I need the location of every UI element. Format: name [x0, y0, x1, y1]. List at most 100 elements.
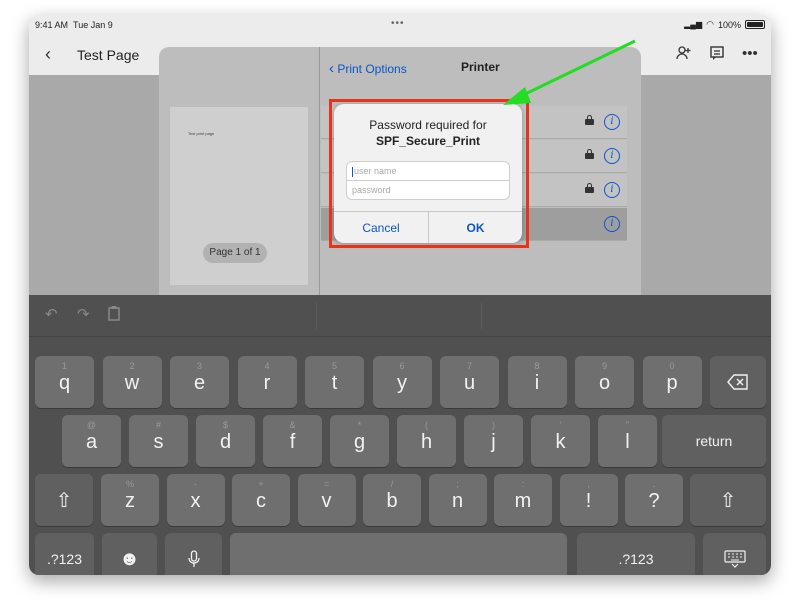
key-g[interactable]: * g [330, 415, 389, 467]
key-label: k [555, 431, 566, 453]
key-secondary-label: + [258, 479, 264, 489]
shift-key-left[interactable]: ⇧ [35, 474, 93, 526]
key-label: n [451, 490, 464, 512]
key-secondary-label: @ [86, 420, 97, 430]
key-secondary-label: 0 [669, 361, 675, 371]
key-p[interactable]: 0p [642, 356, 702, 408]
key-m[interactable]: :m [494, 474, 552, 526]
key-a[interactable]: @ a [62, 415, 121, 467]
annotation-arrow [503, 39, 636, 105]
key-label: z [125, 490, 135, 512]
key-label: w [124, 372, 140, 394]
key-secondary-label: / [390, 479, 394, 489]
key-label: ! [585, 490, 592, 512]
key-secondary-label: , [587, 479, 590, 489]
numbers-key-right[interactable]: .?123 [577, 533, 695, 575]
key-o[interactable]: 9o [575, 356, 634, 408]
onscreen-keyboard: ↶ ↷ 1 q 2 w 3 e 4 r 5 t 6 y 7 u 8 i 9 o 0 p @ a # s $ d & f * g(h) j ' k… [29, 295, 771, 575]
key-secondary-label: 6 [399, 361, 405, 371]
key-label: l [625, 431, 630, 453]
key-label: .?123 [46, 551, 83, 567]
key-x[interactable]: -x [166, 474, 225, 526]
key-secondary-label: * [357, 420, 362, 430]
space-bar-glyph [230, 533, 567, 575]
key-secondary-label: $ [222, 420, 228, 430]
key-label: u [463, 372, 476, 394]
key-t[interactable]: 5t [305, 356, 364, 408]
key-secondary-label: 7 [466, 361, 472, 371]
key-label: .?123 [618, 551, 654, 567]
microphone-key[interactable] [165, 533, 222, 575]
key-exclamation[interactable]: ,! [559, 474, 618, 526]
key-f[interactable]: & f [263, 415, 322, 467]
key-label: r [263, 372, 271, 394]
shift-right-glyph: ⇧ [719, 489, 737, 512]
paste-icon[interactable] [107, 305, 121, 325]
key-label: e [193, 372, 206, 394]
key-secondary-label: . [652, 479, 656, 489]
ipad-screen: 9:41 AM Tue Jan 9 ••• ▂▄▆ ◠ 100% ‹ Test … [29, 15, 771, 575]
key-label: x [190, 490, 201, 512]
key-r[interactable]: 4r [237, 356, 297, 408]
key-secondary-label: = [323, 479, 330, 489]
key-label: d [219, 431, 232, 453]
key-q[interactable]: 1q [35, 356, 94, 408]
keyboard-shortcut-bar: ↶ ↷ [29, 295, 771, 337]
page-indicator: Page 1 of 1 [203, 243, 267, 263]
key-secondary-label: 4 [264, 361, 270, 371]
shift-left-glyph: ⇧ [55, 489, 73, 512]
shift-key-right[interactable]: ⇧ [690, 474, 766, 526]
key-h[interactable]: (h [397, 415, 456, 467]
key-n[interactable]: ; n [428, 474, 487, 526]
emoji-glyph: ☻ [118, 547, 141, 570]
key-d[interactable]: $ d [196, 415, 255, 467]
key-secondary-label: " [625, 420, 630, 430]
key-s[interactable]: # s [129, 415, 188, 467]
space-bar[interactable] [230, 533, 567, 575]
key-secondary-label: # [155, 420, 161, 430]
key-label: g [353, 431, 366, 453]
key-secondary-label: ( [425, 420, 428, 430]
key-question[interactable]: .? [625, 474, 683, 526]
key-label: c [256, 490, 266, 512]
emoji-key[interactable]: ☻ [102, 533, 157, 575]
key-secondary-label: 2 [129, 361, 135, 371]
key-secondary-label: - [194, 479, 197, 489]
key-label: v [321, 490, 332, 512]
key-secondary-label: 1 [61, 361, 67, 371]
key-k[interactable]: ' k [531, 415, 590, 467]
key-i[interactable]: 8i [507, 356, 567, 408]
delete-glyph [710, 356, 766, 408]
info-icon[interactable]: i [604, 216, 620, 232]
key-w[interactable]: 2w [102, 356, 162, 408]
undo-icon[interactable]: ↶ [45, 305, 58, 323]
key-label: return [695, 433, 733, 449]
microphone-glyph [165, 533, 222, 575]
key-j[interactable]: ) j [464, 415, 523, 467]
key-z[interactable]: % z [101, 474, 159, 526]
key-b[interactable]: / b [363, 474, 421, 526]
spinner-icon: ◌ [583, 216, 590, 228]
redo-icon[interactable]: ↷ [77, 305, 90, 323]
key-l[interactable]: " l [598, 415, 657, 467]
key-label: t [331, 372, 338, 394]
key-c[interactable]: + c [232, 474, 290, 526]
return-key[interactable]: return [662, 415, 766, 467]
key-v[interactable]: = v [297, 474, 356, 526]
toolbar-divider [316, 303, 317, 329]
key-secondary-label: 3 [196, 361, 202, 371]
numbers-key-left[interactable]: .?123 [35, 533, 94, 575]
hideboard-key-glyph [703, 533, 766, 575]
hide-keyboard-key[interactable] [703, 533, 766, 575]
delete-key[interactable] [710, 356, 766, 408]
key-u[interactable]: 7u [440, 356, 499, 408]
key-label: ? [648, 490, 660, 512]
key-label: i [534, 372, 540, 394]
key-secondary-label: 9 [601, 361, 607, 371]
key-secondary-label: & [289, 420, 296, 430]
key-label: h [420, 431, 433, 453]
key-e[interactable]: 3e [170, 356, 229, 408]
key-y[interactable]: 6y [372, 356, 432, 408]
key-label: s [153, 431, 164, 453]
key-label: p [666, 372, 678, 394]
